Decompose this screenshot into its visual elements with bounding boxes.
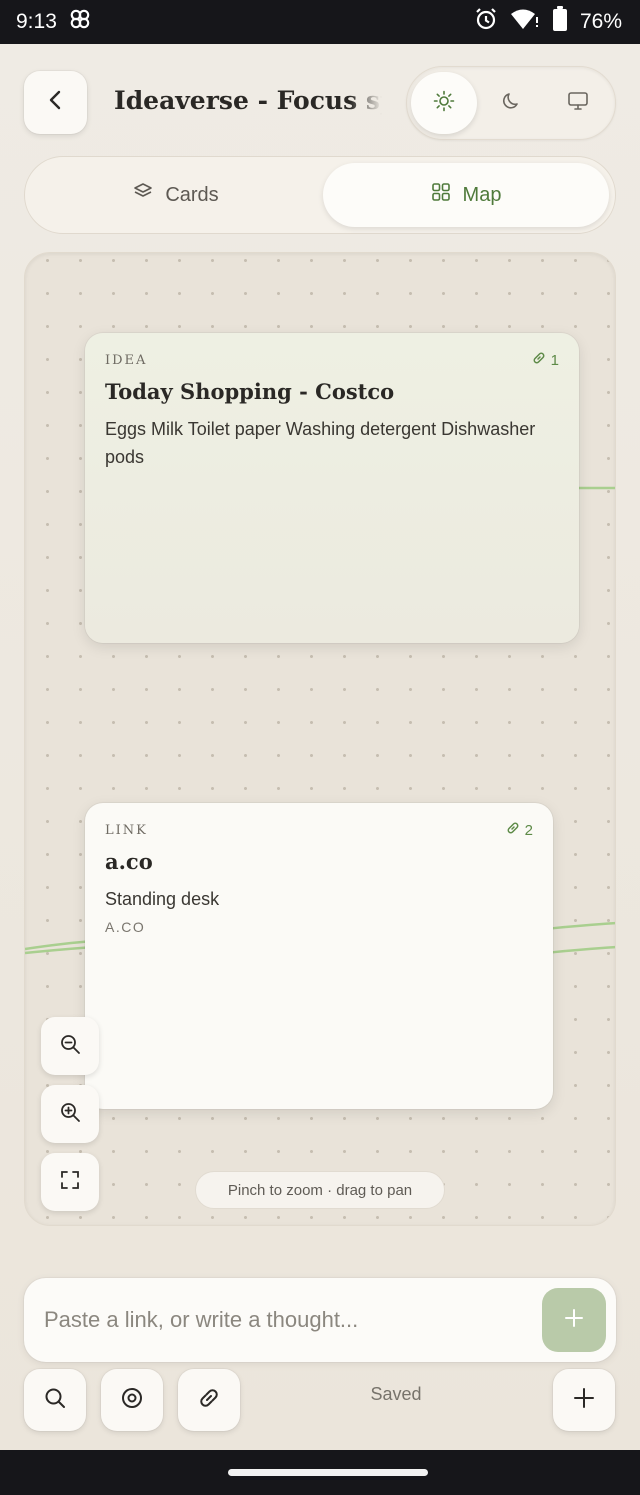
save-status: Saved [370, 1384, 422, 1404]
link-button[interactable] [178, 1369, 240, 1431]
map-edge [544, 945, 615, 955]
fullscreen-icon [59, 1169, 81, 1196]
theme-dark-button[interactable] [479, 72, 545, 134]
pinwheel-icon [67, 6, 93, 38]
plus-icon [572, 1386, 596, 1415]
alarm-icon [474, 7, 498, 37]
home-handle[interactable] [228, 1469, 428, 1476]
layers-icon [133, 182, 153, 208]
tab-cards-label: Cards [165, 183, 219, 206]
link-icon [532, 351, 546, 369]
grid-icon [431, 182, 451, 208]
view-toggle: Cards Map [24, 156, 616, 234]
target-icon [120, 1386, 144, 1415]
card-type-label: IDEA [105, 353, 148, 368]
navigation-bar [0, 1450, 640, 1495]
status-bar: 9:13 76% [0, 0, 640, 44]
battery-percent: 76% [579, 10, 622, 33]
card-title: a.co [105, 849, 153, 874]
search-icon [43, 1386, 67, 1415]
back-button[interactable] [24, 71, 87, 134]
tab-map[interactable]: Map [323, 163, 609, 227]
tab-map-label: Map [462, 183, 502, 206]
theme-light-button[interactable] [411, 72, 477, 134]
focus-button[interactable] [101, 1369, 163, 1431]
status-right: 76% [474, 6, 622, 38]
zoom-in-button[interactable] [41, 1085, 99, 1143]
status-time: 9:13 [16, 10, 57, 33]
theme-toggle [406, 66, 616, 140]
card-link-count: 2 [506, 821, 533, 839]
card-body: Standing desk [105, 889, 220, 909]
tab-cards[interactable]: Cards [31, 163, 321, 227]
composer [24, 1278, 616, 1362]
monitor-icon [567, 91, 589, 116]
battery-icon [552, 6, 568, 38]
app-screen: Ideaverse - Focus spr Cards Map IDEA 1 T… [0, 44, 640, 1450]
card-title: Today Shopping - Costco [105, 379, 395, 404]
map-edge [544, 921, 615, 931]
zoom-in-icon [59, 1101, 81, 1128]
chevron-left-icon [44, 88, 68, 117]
zoom-out-button[interactable] [41, 1017, 99, 1075]
link-icon [506, 821, 520, 839]
link-icon [197, 1386, 221, 1415]
status-left: 9:13 [16, 6, 93, 38]
wifi-icon [510, 7, 540, 37]
card-body: Eggs Milk Toilet paper Washing detergent… [105, 419, 536, 467]
search-button[interactable] [24, 1369, 86, 1431]
page-title: Ideaverse - Focus spr [114, 86, 382, 115]
composer-add-button[interactable] [542, 1288, 606, 1352]
moon-icon [502, 91, 522, 116]
card-link-count-value: 1 [550, 351, 559, 369]
card-type-label: LINK [105, 823, 148, 838]
map-hint: Pinch to zoom · drag to pan [195, 1171, 445, 1209]
zoom-out-icon [59, 1033, 81, 1060]
map-card-idea[interactable]: IDEA 1 Today Shopping - Costco Eggs Milk… [85, 333, 579, 643]
fit-view-button[interactable] [41, 1153, 99, 1211]
map-card-link[interactable]: LINK 2 a.co Standing desk A.CO [85, 803, 553, 1109]
card-link-count: 1 [532, 351, 559, 369]
map-canvas[interactable]: IDEA 1 Today Shopping - Costco Eggs Milk… [24, 252, 616, 1226]
theme-system-button[interactable] [545, 72, 611, 134]
card-domain: A.CO [105, 919, 146, 935]
add-button[interactable] [553, 1369, 615, 1431]
sun-icon [433, 90, 455, 117]
plus-icon [563, 1307, 585, 1334]
card-link-count-value: 2 [524, 821, 533, 839]
thought-input[interactable] [44, 1278, 534, 1362]
